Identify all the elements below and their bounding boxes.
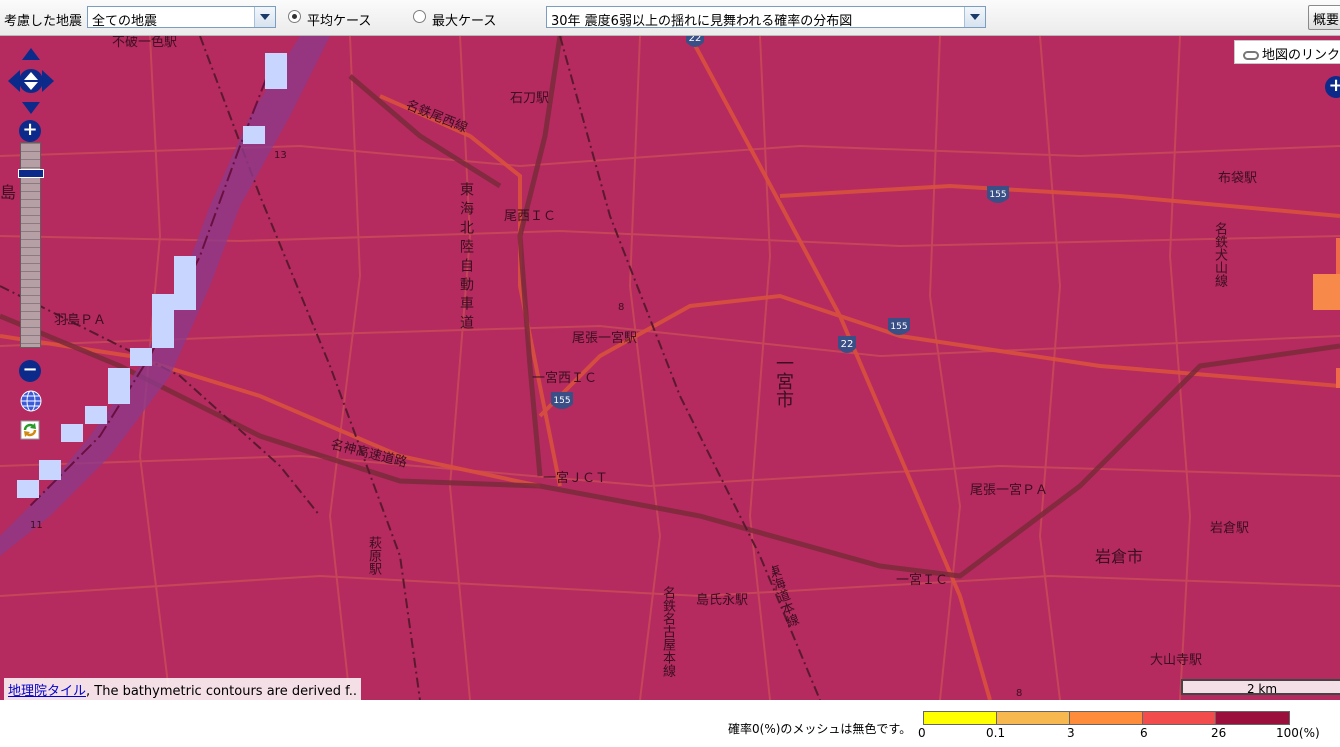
label-tri-8b: 8 [1016,688,1022,699]
legend-color-bar [923,711,1290,725]
legend-segment-4 [1216,712,1289,724]
attribution: 地理院タイル, The bathymetric contours are der… [4,678,362,700]
route-155-shield-a: 155 [987,186,1009,203]
label-hashima-pa: 羽島ＰＡ [54,313,106,328]
label-iwakura-city: 岩倉市 [1095,547,1143,566]
pan-up-icon[interactable] [22,48,40,60]
pan-right-icon[interactable] [42,70,54,92]
label-left-edge: 島 [0,183,16,202]
map-type-select[interactable]: 30年 震度6弱以上の揺れに見舞われる確率の分布図 [546,6,986,29]
svg-text:155: 155 [890,322,907,332]
attribution-link[interactable]: 地理院タイル [8,684,86,699]
label-ichinomiya-jct: 一宮ＪＣＴ [543,470,608,486]
legend-tick-1: 0.1 [986,726,1006,740]
scale-bar: 2 km [1181,679,1340,696]
route-155-shield-c: 155 [551,392,573,409]
label-tri-13: 13 [274,150,287,161]
label-tokaido: 東海道本線 [772,564,800,630]
average-case-radio[interactable] [288,10,301,23]
label-hagiwara: 萩原駅 [366,536,381,575]
scale-label: 2 km [1246,682,1278,696]
attribution-text: , The bathymetric contours are derived f… [86,684,358,699]
legend-tick-3: 6 [1140,726,1148,740]
svg-text:22: 22 [689,36,702,44]
legend-tick-4: 26 [1211,726,1227,740]
label-tri-8a: 8 [618,302,624,313]
label-fudo: 不破一色駅 [112,36,177,50]
legend-segment-3 [1143,712,1216,724]
zoom-in-button[interactable]: + [19,120,41,142]
pan-control[interactable] [8,48,54,114]
legend-tick-2: 3 [1067,726,1075,740]
label-ichinomiya-nishi-ic: 一宮西ＩＣ [532,370,597,386]
legend-segment-1 [997,712,1070,724]
map-link-button[interactable]: 地図のリンク [1234,40,1340,64]
toolbar: 考慮した地震 全ての地震 平均ケース 最大ケース 30年 震度6弱以上の揺れに見… [0,0,1340,36]
legend-segment-2 [1070,712,1143,724]
route-155-shield-b: 155 [888,318,910,335]
map-type-select-value: 30年 震度6弱以上の揺れに見舞われる確率の分布図 [551,14,853,29]
earthquake-label: 考慮した地震 [4,14,83,29]
label-ooyamadera: 大山寺駅 [1150,653,1202,668]
legend-segment-0 [924,712,997,724]
label-ishikiri: 石刀駅 [510,91,549,106]
earthquake-select-value: 全ての地震 [92,14,158,29]
pan-down-icon[interactable] [22,102,40,114]
label-meitetsu-nagoya: 名鉄名古屋本線 [660,586,675,677]
label-shimauji: 島氏永駅 [696,593,748,608]
map-link-label: 地図のリンク [1262,48,1340,63]
label-ichinomiya-ic: 一宮ＩＣ [896,572,948,588]
zoom-slider-handle[interactable] [18,169,44,178]
label-bisai-ic: 尾西ＩＣ [504,209,556,224]
zoom-in-right-button[interactable]: + [1325,76,1340,98]
legend-tick-5: 100(%) [1276,726,1320,740]
svg-text:155: 155 [553,396,570,406]
label-owari-ichinomiya: 尾張一宮駅 [572,330,637,346]
label-tokai-hokuriku: 東海北陸自動車道 [458,182,474,334]
label-ichinomiya-city: 一宮市 [773,354,794,408]
chevron-down-icon[interactable] [964,7,985,27]
globe-icon[interactable] [20,390,42,412]
overview-button[interactable]: 概要 [1308,5,1340,30]
zoom-out-button[interactable]: − [19,360,41,382]
refresh-icon[interactable] [20,420,42,442]
label-tri-11: 11 [30,520,43,531]
legend-note: 確率0(%)のメッシュは無色です。 [728,722,912,736]
svg-text:22: 22 [841,339,854,350]
map-canvas: 22 22 155 155 155 不破一色駅 石刀駅 名鉄尾西線 尾西ＩＣ 羽… [0,36,1340,700]
map-view[interactable]: 22 22 155 155 155 不破一色駅 石刀駅 名鉄尾西線 尾西ＩＣ 羽… [0,36,1340,700]
route-22-shield: 22 [838,336,856,353]
pan-left-icon[interactable] [8,70,20,92]
label-meitetsu-inuyama: 名鉄犬山線 [1212,222,1227,287]
label-iwakura: 岩倉駅 [1210,521,1249,536]
max-case-label[interactable]: 最大ケース [432,10,496,29]
label-fukuro: 布袋駅 [1218,171,1257,186]
svg-text:155: 155 [989,190,1006,200]
legend-tick-0: 0 [918,726,926,740]
link-icon [1243,51,1259,60]
earthquake-select[interactable]: 全ての地震 [87,6,276,29]
label-owari-ichinomiya-pa: 尾張一宮ＰＡ [970,482,1048,498]
chevron-down-icon[interactable] [254,7,275,27]
average-case-label[interactable]: 平均ケース [307,10,371,29]
max-case-radio[interactable] [413,10,426,23]
